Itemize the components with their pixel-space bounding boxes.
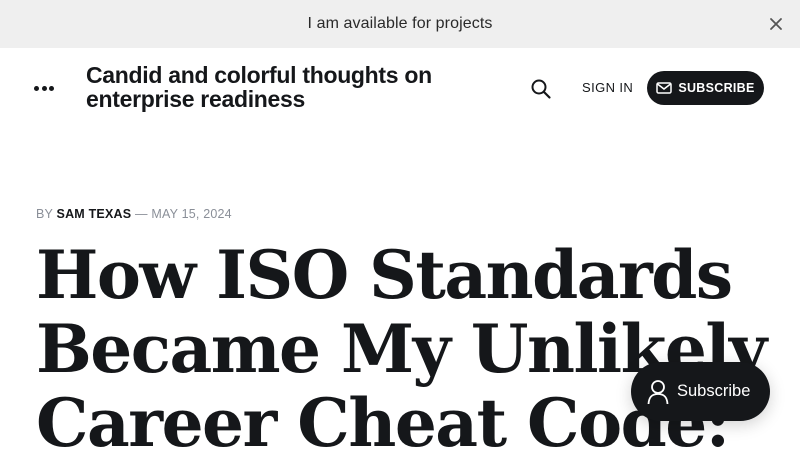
publish-date: MAY 15, 2024: [151, 207, 232, 221]
author-link[interactable]: SAM TEXAS: [57, 207, 132, 221]
announcement-text: I am available for projects: [307, 15, 493, 32]
byline-separator: —: [134, 207, 148, 221]
subscribe-button[interactable]: SUBSCRIBE: [647, 71, 764, 105]
more-dots-icon[interactable]: [34, 78, 54, 98]
byline-prefix: BY: [36, 207, 53, 221]
subscribe-label: SUBSCRIBE: [678, 81, 755, 95]
announcement-bar: I am available for projects: [0, 0, 800, 48]
close-icon[interactable]: [768, 16, 784, 32]
portal-label: Subscribe: [677, 382, 751, 400]
article-byline: BY SAM TEXAS — MAY 15, 2024: [36, 207, 232, 221]
site-title[interactable]: Candid and colorful thoughts on enterpri…: [86, 63, 506, 111]
user-icon: [647, 379, 669, 404]
site-header: Candid and colorful thoughts on enterpri…: [0, 48, 800, 128]
envelope-icon: [656, 82, 673, 94]
signin-link[interactable]: SIGN IN: [582, 80, 633, 95]
search-icon[interactable]: [530, 78, 552, 100]
portal-subscribe-button[interactable]: Subscribe: [631, 362, 770, 421]
